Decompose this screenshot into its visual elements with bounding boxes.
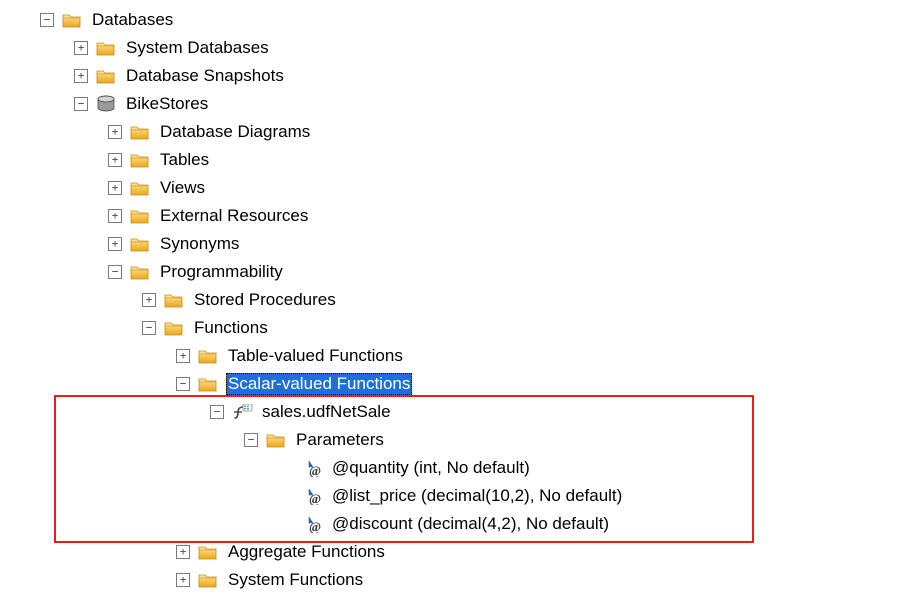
tree-node-programmability[interactable]: − Programmability xyxy=(6,258,900,286)
folder-icon xyxy=(96,68,116,84)
collapse-icon[interactable]: − xyxy=(210,405,224,419)
tree-label: @quantity (int, No default) xyxy=(330,457,532,479)
folder-icon xyxy=(130,152,150,168)
tree-node-param-discount[interactable]: @discount (decimal(4,2), No default) xyxy=(6,510,900,538)
tree-label: Programmability xyxy=(158,261,285,283)
expand-icon[interactable]: + xyxy=(108,125,122,139)
folder-icon xyxy=(266,432,286,448)
tree-label: Tables xyxy=(158,149,211,171)
tree-node-table-valued-functions[interactable]: + Table-valued Functions xyxy=(6,342,900,370)
folder-icon xyxy=(62,12,82,28)
tree-node-parameters[interactable]: − Parameters xyxy=(6,426,900,454)
folder-icon xyxy=(130,180,150,196)
collapse-icon[interactable]: − xyxy=(74,97,88,111)
tree-node-synonyms[interactable]: + Synonyms xyxy=(6,230,900,258)
tree-label: Database Snapshots xyxy=(124,65,286,87)
collapse-icon[interactable]: − xyxy=(142,321,156,335)
database-icon xyxy=(96,95,116,113)
parameter-icon xyxy=(300,515,324,533)
tree-node-bikestores[interactable]: − BikeStores xyxy=(6,90,900,118)
folder-icon xyxy=(164,292,184,308)
tree-node-system-databases[interactable]: + System Databases xyxy=(6,34,900,62)
expand-icon[interactable]: + xyxy=(176,573,190,587)
tree-label: Views xyxy=(158,177,207,199)
tree-node-param-quantity[interactable]: @quantity (int, No default) xyxy=(6,454,900,482)
folder-icon xyxy=(130,264,150,280)
tree-label: @discount (decimal(4,2), No default) xyxy=(330,513,611,535)
tree-label: BikeStores xyxy=(124,93,210,115)
tree-label: External Resources xyxy=(158,205,310,227)
folder-icon xyxy=(198,376,218,392)
folder-icon xyxy=(96,40,116,56)
tree-label: Functions xyxy=(192,317,270,339)
folder-icon xyxy=(198,544,218,560)
collapse-icon[interactable]: − xyxy=(176,377,190,391)
no-toggle xyxy=(278,461,292,475)
collapse-icon[interactable]: − xyxy=(244,433,258,447)
collapse-icon[interactable]: − xyxy=(108,265,122,279)
tree-node-scalar-valued-functions[interactable]: − Scalar-valued Functions xyxy=(6,370,900,398)
tree-label: System Databases xyxy=(124,37,271,59)
tree-node-tables[interactable]: + Tables xyxy=(6,146,900,174)
tree-node-database-snapshots[interactable]: + Database Snapshots xyxy=(6,62,900,90)
scalar-function-icon xyxy=(232,403,254,421)
expand-icon[interactable]: + xyxy=(108,181,122,195)
tree-node-database-diagrams[interactable]: + Database Diagrams xyxy=(6,118,900,146)
folder-icon xyxy=(130,124,150,140)
tree-node-databases[interactable]: − Databases xyxy=(6,6,900,34)
tree-label: Scalar-valued Functions xyxy=(226,373,412,395)
folder-icon xyxy=(130,208,150,224)
folder-icon xyxy=(130,236,150,252)
folder-icon xyxy=(164,320,184,336)
tree-label: System Functions xyxy=(226,569,365,591)
tree-label: Parameters xyxy=(294,429,386,451)
tree-node-functions[interactable]: − Functions xyxy=(6,314,900,342)
tree-label: Stored Procedures xyxy=(192,289,338,311)
tree-label: Synonyms xyxy=(158,233,241,255)
tree-label: @list_price (decimal(10,2), No default) xyxy=(330,485,624,507)
expand-icon[interactable]: + xyxy=(176,349,190,363)
expand-icon[interactable]: + xyxy=(108,237,122,251)
tree-label: Database Diagrams xyxy=(158,121,312,143)
expand-icon[interactable]: + xyxy=(74,69,88,83)
parameter-icon xyxy=(300,487,324,505)
folder-icon xyxy=(198,348,218,364)
tree-node-views[interactable]: + Views xyxy=(6,174,900,202)
object-explorer-tree[interactable]: − Databases + System Databases + Databas… xyxy=(0,0,900,594)
tree-node-param-list-price[interactable]: @list_price (decimal(10,2), No default) xyxy=(6,482,900,510)
no-toggle xyxy=(278,517,292,531)
expand-icon[interactable]: + xyxy=(176,545,190,559)
expand-icon[interactable]: + xyxy=(142,293,156,307)
expand-icon[interactable]: + xyxy=(74,41,88,55)
tree-node-system-functions[interactable]: + System Functions xyxy=(6,566,900,594)
expand-icon[interactable]: + xyxy=(108,209,122,223)
expand-icon[interactable]: + xyxy=(108,153,122,167)
tree-label: Table-valued Functions xyxy=(226,345,405,367)
parameter-icon xyxy=(300,459,324,477)
tree-node-stored-procedures[interactable]: + Stored Procedures xyxy=(6,286,900,314)
tree-label: Aggregate Functions xyxy=(226,541,387,563)
folder-icon xyxy=(198,572,218,588)
tree-node-aggregate-functions[interactable]: + Aggregate Functions xyxy=(6,538,900,566)
collapse-icon[interactable]: − xyxy=(40,13,54,27)
tree-label: Databases xyxy=(90,9,175,31)
no-toggle xyxy=(278,489,292,503)
tree-node-external-resources[interactable]: + External Resources xyxy=(6,202,900,230)
tree-label: sales.udfNetSale xyxy=(260,401,393,423)
tree-node-function-udfnetsale[interactable]: − sales.udfNetSale xyxy=(6,398,900,426)
